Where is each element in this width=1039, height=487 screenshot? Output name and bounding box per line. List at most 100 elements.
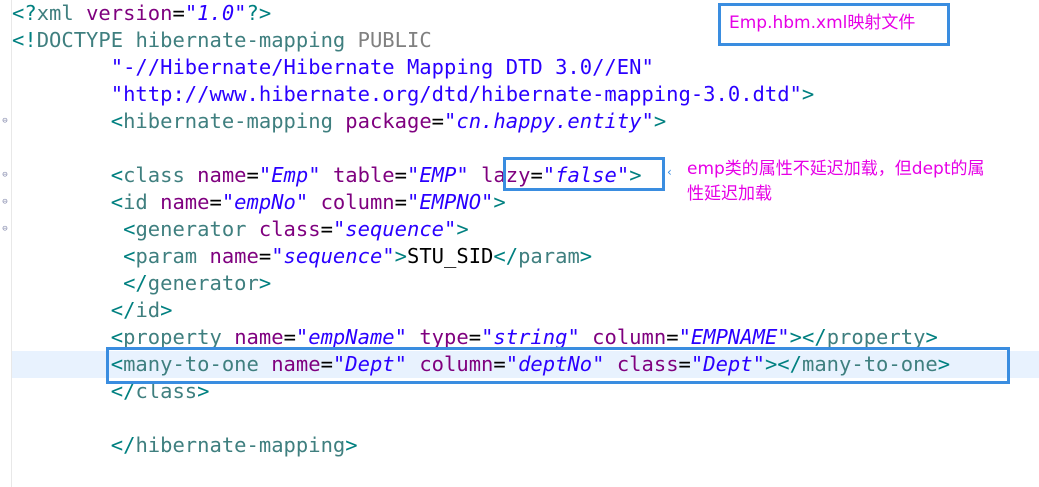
code-token: = [431, 109, 445, 133]
code-line[interactable]: <?xml version="1.0"?> [12, 0, 271, 27]
collapse-icon[interactable]: ⊖ [1, 225, 9, 234]
code-token: id [123, 190, 148, 214]
code-line[interactable]: "http://www.hibernate.org/dtd/hibernate-… [12, 81, 815, 108]
code-token: name [160, 190, 210, 214]
lazy-note-line1: emp类的属性不延迟加载，但dept的属 [687, 159, 985, 179]
code-token: = [394, 190, 407, 214]
code-line[interactable]: <!DOCTYPE hibernate-mapping PUBLIC [12, 27, 432, 54]
code-line[interactable]: <generator class="sequence"> [12, 216, 469, 243]
code-token: "sequence" [332, 217, 457, 241]
code-token: "EMPNO" [407, 190, 494, 214]
code-token: </ [123, 271, 148, 295]
code-token: PUBLIC [357, 28, 432, 52]
code-token: < [110, 325, 124, 349]
code-token: > [801, 82, 815, 106]
code-token: name [209, 244, 259, 268]
code-token: = [283, 325, 296, 349]
code-token: hibernate-mapping [135, 433, 346, 457]
lazy-note-line2: 性延迟加载 [687, 184, 772, 204]
code-token: > [653, 109, 667, 133]
code-token: = [209, 190, 222, 214]
code-token: = [258, 244, 272, 268]
code-token: hibernate-mapping [135, 28, 346, 52]
lazy-attribute-highlight-box [503, 157, 665, 191]
code-token: hibernate-mapping [123, 109, 333, 133]
code-token: < [110, 109, 124, 133]
note-arrow-icon: ‹ [667, 165, 672, 179]
code-token: STU_SID [406, 244, 494, 268]
code-token: </ [110, 298, 136, 322]
code-token: "cn.happy.entity" [444, 109, 654, 133]
code-token: "http://www.hibernate.org/dtd/hibernate-… [110, 82, 802, 106]
code-token: xml [36, 1, 74, 25]
code-line[interactable]: <hibernate-mapping package="cn.happy.ent… [12, 108, 666, 135]
code-line[interactable]: </id> [12, 297, 173, 324]
code-token: </ [110, 433, 136, 457]
code-token: "EMPNAME" [678, 325, 790, 349]
code-token: class [123, 163, 185, 187]
collapse-icon[interactable]: ⊖ [1, 117, 9, 126]
code-token: package [345, 109, 432, 133]
code-token: column [320, 190, 395, 214]
code-line[interactable]: <id name="empNo" column="EMPNO"> [12, 189, 506, 216]
collapse-icon[interactable]: ⊖ [1, 198, 9, 207]
code-line[interactable]: "-//Hibernate/Hibernate Mapping DTD 3.0/… [12, 54, 654, 81]
code-token: = [320, 217, 333, 241]
code-token: < [110, 163, 124, 187]
code-token: "empName" [295, 325, 407, 349]
code-token: < [110, 190, 124, 214]
code-token: "EMP" [407, 163, 469, 187]
code-token: = [246, 163, 259, 187]
code-token: > [579, 244, 593, 268]
collapse-icon[interactable]: ⊖ [1, 171, 9, 180]
code-token: = [394, 163, 407, 187]
code-token: > [394, 244, 407, 268]
code-line[interactable]: <param name="sequence">STU_SID</param> [12, 243, 592, 270]
code-token: > [160, 298, 173, 322]
code-token: > [258, 271, 272, 295]
code-token: class [258, 217, 321, 241]
file-label: Emp.hbm.xml映射文件 [729, 13, 916, 33]
code-token: ?> [246, 1, 272, 25]
code-token: "Emp" [258, 163, 321, 187]
code-token: "empNo" [221, 190, 309, 214]
code-token: = [666, 325, 679, 349]
code-token: > [456, 217, 469, 241]
code-token: version [86, 1, 173, 25]
code-token: = [172, 1, 185, 25]
code-line[interactable]: </generator> [12, 270, 271, 297]
code-token: "sequence" [271, 244, 395, 268]
code-token: "string" [481, 325, 580, 349]
code-token: <? [12, 1, 37, 25]
code-line[interactable]: </hibernate-mapping> [12, 432, 358, 459]
code-token: "1.0" [184, 1, 247, 25]
code-token: table [332, 163, 395, 187]
code-token: ></ [789, 325, 827, 349]
code-token: < [123, 217, 136, 241]
code-token: id [135, 298, 161, 322]
code-token: column [592, 325, 667, 349]
code-token: type [419, 325, 469, 349]
code-token: param [518, 244, 580, 268]
